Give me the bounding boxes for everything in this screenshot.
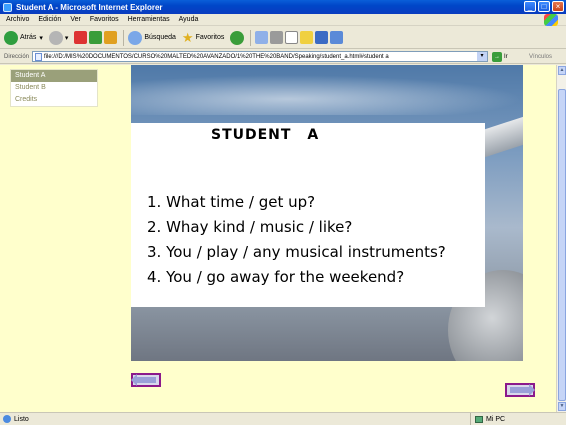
status-left: Listo	[0, 415, 470, 423]
title-bar: Student A - Microsoft Internet Explorer …	[0, 0, 566, 14]
status-text: Listo	[14, 415, 29, 423]
refresh-icon[interactable]	[89, 31, 103, 44]
mail-icon[interactable]	[255, 31, 269, 44]
star-icon: ★	[181, 29, 194, 45]
window-controls: _ □ ×	[524, 1, 564, 12]
question-card: STUDENT A 1. What time / get up? 2. Whay…	[131, 123, 485, 307]
edit-icon[interactable]	[285, 31, 299, 44]
links-label[interactable]: Vínculos	[529, 54, 552, 60]
page-viewport: Student A Student B Credits STUDENT A 1.…	[0, 65, 556, 412]
card-title: STUDENT A	[211, 127, 320, 143]
search-button[interactable]: Búsqueda	[128, 30, 176, 45]
right-arrow-icon	[510, 384, 535, 396]
messenger-icon[interactable]	[315, 31, 329, 44]
address-input[interactable]: file:///D:/MIS%20DOCUMENTOS/CURSO%20MALT…	[32, 51, 489, 62]
back-arrow-icon	[4, 30, 18, 45]
scroll-up-icon[interactable]: ▲	[558, 66, 566, 75]
close-button[interactable]: ×	[552, 1, 564, 12]
address-bar: Dirección file:///D:/MIS%20DOCUMENTOS/CU…	[0, 50, 566, 64]
page-icon	[35, 52, 43, 61]
zone-label: Mi PC	[486, 415, 506, 423]
back-dropdown-icon: ▾	[39, 34, 43, 42]
windows-logo-icon	[544, 14, 558, 26]
go-label[interactable]: Ir	[504, 54, 508, 60]
question-item: 2. Whay kind / music / like?	[147, 218, 353, 236]
nav-item-student-b[interactable]: Student B	[11, 82, 97, 94]
home-icon[interactable]	[104, 31, 118, 44]
window-title: Student A - Microsoft Internet Explorer	[16, 2, 163, 12]
go-icon[interactable]: →	[492, 51, 503, 62]
menu-herramientas[interactable]: Herramientas	[128, 16, 170, 23]
forward-button[interactable]: ▾	[48, 30, 69, 45]
next-button[interactable]	[505, 383, 535, 397]
folder-icon[interactable]	[300, 31, 314, 44]
side-navigation: Student A Student B Credits	[10, 69, 98, 107]
forward-arrow-icon	[48, 30, 63, 45]
question-item: 3. You / play / any musical instruments?	[147, 243, 446, 261]
status-bar: Listo Mi PC	[0, 412, 566, 425]
address-url: file:///D:/MIS%20DOCUMENTOS/CURSO%20MALT…	[44, 53, 389, 60]
favorites-button[interactable]: ★ Favoritos	[182, 30, 224, 46]
toolbar: Atrás ▾ ▾ Búsqueda ★ Favoritos	[0, 27, 566, 49]
scroll-thumb[interactable]	[558, 89, 566, 401]
back-label: Atrás	[20, 34, 37, 41]
history-icon[interactable]	[230, 30, 245, 45]
menu-ayuda[interactable]: Ayuda	[179, 16, 199, 23]
ie-icon	[3, 2, 12, 12]
toolbar-separator	[123, 29, 125, 46]
menu-ver[interactable]: Ver	[70, 16, 81, 23]
cloud-layer	[131, 75, 523, 115]
minimize-button[interactable]: _	[524, 1, 536, 12]
menu-edicion[interactable]: Edición	[38, 16, 61, 23]
maximize-button[interactable]: □	[538, 1, 550, 12]
vertical-scrollbar[interactable]: ▲ ▼	[556, 65, 566, 412]
address-dropdown-icon[interactable]: ▾	[477, 52, 488, 61]
question-list: 1. What time / get up? 2. Whay kind / mu…	[147, 190, 446, 290]
question-item: 1. What time / get up?	[147, 193, 316, 211]
scroll-down-icon[interactable]: ▼	[558, 402, 566, 411]
address-label: Dirección	[4, 53, 30, 60]
research-icon[interactable]	[330, 31, 344, 44]
previous-button[interactable]	[131, 373, 161, 387]
question-item: 4. You / go away for the weekend?	[147, 268, 405, 286]
back-button[interactable]: Atrás ▾	[4, 30, 43, 45]
menu-favoritos[interactable]: Favoritos	[90, 16, 119, 23]
search-icon	[128, 30, 143, 45]
status-zone: Mi PC	[470, 413, 505, 425]
favorites-label: Favoritos	[195, 34, 225, 41]
page-loaded-icon	[3, 415, 11, 423]
toolbar-separator	[250, 29, 252, 46]
menu-bar: Archivo Edición Ver Favoritos Herramient…	[0, 14, 566, 26]
menu-archivo[interactable]: Archivo	[6, 16, 29, 23]
forward-dropdown-icon: ▾	[64, 34, 69, 42]
left-arrow-icon	[131, 374, 156, 386]
computer-icon	[475, 415, 483, 423]
nav-item-student-a[interactable]: Student A	[11, 70, 97, 82]
nav-item-credits[interactable]: Credits	[11, 94, 97, 106]
stop-icon[interactable]	[74, 31, 88, 44]
search-label: Búsqueda	[144, 34, 176, 41]
print-icon[interactable]	[270, 31, 284, 44]
